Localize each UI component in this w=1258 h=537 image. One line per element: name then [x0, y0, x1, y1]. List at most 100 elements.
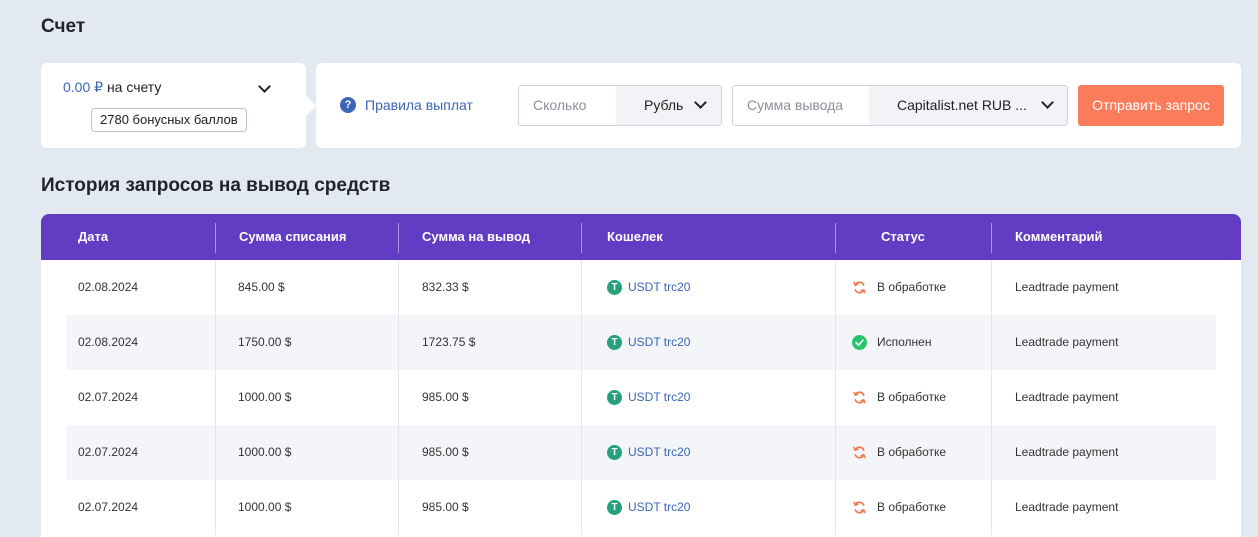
column-debit: Сумма списания [239, 229, 347, 244]
tether-icon: T [607, 445, 622, 460]
cell-comment: Leadtrade payment [1015, 280, 1119, 294]
cell-wallet[interactable]: T USDT trc20 [607, 315, 690, 370]
card-pointer [306, 96, 316, 116]
withdraw-card: ? Правила выплат Сколько Рубль Сумма выв… [316, 63, 1241, 148]
table-row: 02.07.2024 1000.00 $ 985.00 $ T USDT trc20 В … [41, 425, 1241, 480]
column-divider [398, 223, 399, 253]
row-divider [991, 370, 992, 425]
row-divider [835, 425, 836, 480]
account-expand-chevron-icon[interactable] [258, 80, 271, 93]
row-divider [991, 260, 992, 315]
send-request-button[interactable]: Отправить запрос [1078, 85, 1224, 126]
row-divider [991, 425, 992, 480]
cell-comment: Leadtrade payment [1015, 445, 1119, 459]
cell-date: 02.07.2024 [78, 390, 139, 404]
row-divider [991, 315, 992, 370]
cell-comment: Leadtrade payment [1015, 390, 1119, 404]
wallet-label: USDT trc20 [628, 280, 691, 294]
column-divider [215, 223, 216, 253]
row-divider [581, 260, 582, 315]
table-row: 02.08.2024 1750.00 $ 1723.75 $ T USDT trc20 И… [41, 315, 1241, 370]
row-divider [835, 480, 836, 535]
table-row: 02.08.2024 845.00 $ 832.33 $ T USDT trc20 В о… [41, 260, 1241, 315]
column-comment: Комментарий [1015, 229, 1103, 244]
table-row: 02.07.2024 1000.00 $ 985.00 $ T USDT trc20 В … [41, 370, 1241, 425]
row-divider [398, 370, 399, 425]
cell-comment: Leadtrade payment [1015, 500, 1119, 514]
chevron-down-icon [694, 96, 707, 109]
status-label: Исполнен [877, 335, 932, 349]
tether-icon: T [607, 390, 622, 405]
row-divider [835, 315, 836, 370]
processing-icon [852, 445, 867, 460]
account-title: Счет [41, 16, 86, 37]
question-icon: ? [340, 97, 356, 113]
tether-icon: T [607, 335, 622, 350]
row-divider [991, 480, 992, 535]
cell-payout: 985.00 $ [422, 500, 469, 514]
row-divider [398, 425, 399, 480]
cell-debit: 1000.00 $ [238, 445, 292, 459]
status-label: В обработке [877, 280, 947, 294]
balance-line: 0.00 ₽ на счету [63, 79, 161, 96]
column-wallet: Кошелек [607, 229, 663, 244]
cell-payout: 985.00 $ [422, 445, 469, 459]
cell-payout: 832.33 $ [422, 280, 469, 294]
column-divider [835, 223, 836, 253]
payout-method-value: Capitalist.net RUB ... [897, 97, 1027, 113]
processing-icon [852, 390, 867, 405]
cell-date: 02.08.2024 [78, 335, 139, 349]
currency-select[interactable]: Рубль [616, 86, 721, 125]
cell-wallet[interactable]: T USDT trc20 [607, 370, 690, 425]
status-label: В обработке [877, 390, 947, 404]
row-divider [835, 370, 836, 425]
cell-debit: 1000.00 $ [238, 500, 292, 514]
cell-status: В обработке [852, 260, 946, 315]
row-divider [581, 315, 582, 370]
cell-status: В обработке [852, 480, 946, 535]
withdraw-history-table: Дата Сумма списания Сумма на вывод Кошел… [41, 214, 1241, 537]
tether-icon: T [607, 280, 622, 295]
history-title: История запросов на вывод средств [41, 175, 391, 196]
cell-debit: 845.00 $ [238, 280, 285, 294]
cell-comment: Leadtrade payment [1015, 335, 1119, 349]
cell-debit: 1000.00 $ [238, 390, 292, 404]
balance-amount: 0.00 ₽ [63, 79, 104, 95]
processing-icon [852, 280, 867, 295]
row-divider [581, 425, 582, 480]
payout-method-select[interactable]: Capitalist.net RUB ... [869, 86, 1067, 125]
table-header: Дата Сумма списания Сумма на вывод Кошел… [41, 214, 1241, 260]
row-divider [398, 315, 399, 370]
bonus-points-badge: 2780 бонусных баллов [91, 108, 247, 132]
wallet-label: USDT trc20 [628, 445, 691, 459]
row-divider [835, 260, 836, 315]
row-divider [215, 315, 216, 370]
wallet-label: USDT trc20 [628, 390, 691, 404]
account-card: 0.00 ₽ на счету 2780 бонусных баллов [41, 63, 306, 148]
column-status: Статус [881, 229, 925, 244]
wallet-label: USDT trc20 [628, 500, 691, 514]
balance-label: на счету [106, 79, 162, 95]
row-divider [581, 370, 582, 425]
payout-rules-label: Правила выплат [365, 97, 473, 113]
cell-payout: 1723.75 $ [422, 335, 476, 349]
column-date: Дата [78, 229, 109, 244]
cell-status: В обработке [852, 425, 946, 480]
chevron-down-icon [1041, 96, 1054, 109]
cell-status: В обработке [852, 370, 946, 425]
payout-rules-link[interactable]: ? Правила выплат [340, 97, 473, 113]
cell-wallet[interactable]: T USDT trc20 [607, 480, 690, 535]
row-divider [398, 260, 399, 315]
row-divider [398, 480, 399, 535]
cell-date: 02.07.2024 [78, 445, 139, 459]
status-label: В обработке [877, 445, 947, 459]
cell-wallet[interactable]: T USDT trc20 [607, 425, 690, 480]
amount-input[interactable]: Сколько [519, 86, 616, 125]
currency-value: Рубль [644, 97, 684, 113]
cell-wallet[interactable]: T USDT trc20 [607, 260, 690, 315]
column-payout: Сумма на вывод [422, 229, 530, 244]
cell-payout: 985.00 $ [422, 390, 469, 404]
payout-sum-input[interactable]: Сумма вывода [733, 86, 869, 125]
status-label: В обработке [877, 500, 947, 514]
cell-debit: 1750.00 $ [238, 335, 292, 349]
